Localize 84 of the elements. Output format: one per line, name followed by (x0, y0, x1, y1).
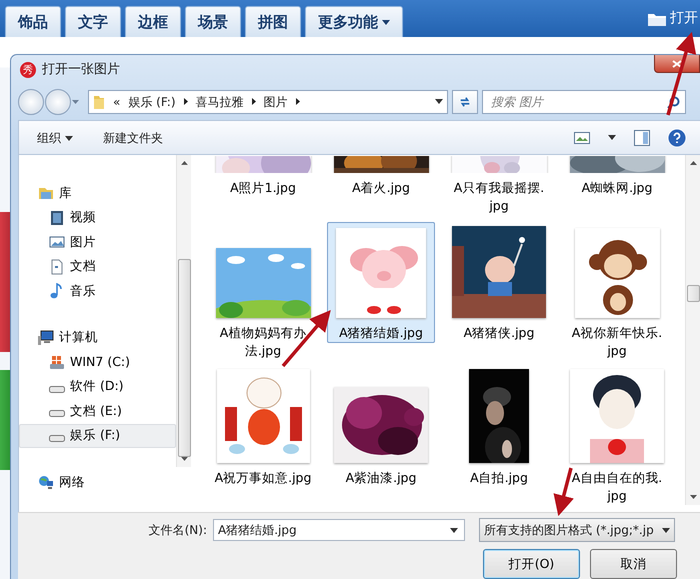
file-item[interactable]: A紫油漆.jpg (327, 367, 435, 488)
library-icon (38, 185, 54, 202)
refresh-button[interactable] (452, 90, 478, 114)
file-name-field[interactable]: A猪猪结婚.jpg (213, 519, 465, 541)
app-tab[interactable]: 场景 (185, 6, 241, 37)
drive-icon (49, 434, 65, 442)
app-tab[interactable]: 更多功能 (305, 6, 403, 37)
computer-icon (38, 330, 54, 346)
file-type-dropdown[interactable]: 所有支持的图片格式 (*.jpg;*.jp (479, 518, 675, 542)
scroll-down-icon[interactable] (690, 495, 696, 499)
nav-item[interactable]: 音乐 (19, 279, 176, 304)
app-tab[interactable]: 饰品 (5, 6, 61, 37)
scrollbar-thumb[interactable] (686, 285, 700, 302)
cancel-button[interactable]: 取消 (590, 549, 677, 579)
nav-item[interactable]: 文档 (E:) (19, 399, 176, 424)
app-tab[interactable]: 文字 (65, 6, 121, 37)
nav-item[interactable]: 图片 (19, 230, 176, 254)
file-item[interactable]: A只有我最摇摆. jpg (445, 155, 553, 216)
back-button[interactable] (18, 88, 44, 114)
caret-icon (64, 136, 73, 141)
caret-icon (435, 99, 443, 104)
caret-icon (382, 20, 390, 24)
nav-item[interactable]: 文档 (19, 254, 176, 279)
chevron-icon (252, 98, 256, 105)
open-button[interactable]: 打开(O) (483, 549, 580, 579)
scroll-up-icon[interactable] (690, 161, 696, 165)
scrollbar[interactable] (176, 155, 191, 467)
breadcrumb[interactable]: 喜马拉雅 (196, 92, 244, 110)
nav-item[interactable]: 库 (19, 181, 176, 206)
film-icon (49, 210, 65, 226)
app-logo: 秀 (20, 62, 36, 78)
document-icon (49, 258, 65, 275)
file-item[interactable]: A祝万事如意.jpg (209, 367, 317, 488)
overflow-chevron[interactable]: « (113, 92, 120, 110)
open-button[interactable]: 打开 (645, 8, 700, 29)
annotation-arrow (282, 310, 331, 368)
caret-icon (450, 528, 458, 532)
file-item[interactable]: A猪猪侠.jpg (445, 222, 553, 343)
scroll-up-icon[interactable] (180, 161, 188, 165)
nav-item[interactable]: WIN7 (C:) (19, 350, 176, 374)
breadcrumb[interactable]: 图片 (264, 92, 288, 110)
drive-icon (49, 410, 65, 418)
file-item[interactable]: A着火.jpg (327, 155, 435, 198)
drive-icon (49, 386, 65, 393)
search-icon (667, 96, 680, 108)
caret-icon (662, 528, 670, 532)
scrollbar[interactable] (685, 155, 700, 505)
caret-icon[interactable] (608, 135, 616, 140)
chevron-icon (296, 98, 300, 105)
file-name-label: 文件名(N): (148, 522, 208, 539)
close-button[interactable] (654, 55, 700, 73)
help-icon[interactable] (668, 128, 686, 146)
nav-item[interactable]: 网络 (19, 470, 176, 494)
view-icon[interactable] (574, 132, 590, 144)
annotation-arrow (554, 468, 574, 516)
network-icon (38, 474, 54, 490)
music-note-icon (49, 283, 65, 300)
preview-pane-icon[interactable] (634, 130, 650, 146)
scrollbar-thumb[interactable] (178, 258, 190, 458)
file-item[interactable]: A自由自在的我. jpg (563, 367, 671, 506)
window-title: 打开一张图片 (42, 61, 120, 80)
file-item[interactable]: A猪猪结婚.jpg (327, 222, 435, 343)
breadcrumb[interactable]: 娱乐 (F:) (128, 92, 176, 110)
organize-menu[interactable]: 组织 (29, 126, 81, 150)
app-tab[interactable]: 边框 (125, 6, 181, 37)
nav-item[interactable]: 视频 (19, 206, 176, 230)
file-item[interactable]: A蜘蛛网.jpg (563, 155, 671, 198)
chevron-icon (184, 98, 188, 105)
file-item[interactable]: A祝你新年快乐. jpg (563, 222, 671, 361)
search-field[interactable]: 搜索 图片 (482, 90, 686, 114)
forward-button[interactable] (45, 88, 71, 114)
nav-item[interactable]: 娱乐 (F:) (19, 424, 176, 448)
file-item[interactable]: A自拍.jpg (445, 367, 553, 488)
file-item[interactable]: A照片1.jpg (209, 155, 317, 198)
close-icon (672, 60, 682, 68)
folder-icon (93, 94, 105, 110)
new-folder-button[interactable]: 新建文件夹 (94, 126, 171, 150)
nav-item[interactable]: 计算机 (19, 326, 176, 350)
drive-icon (49, 354, 65, 370)
app-tab[interactable]: 拼图 (245, 6, 301, 37)
nav-item[interactable]: 软件 (D:) (19, 374, 176, 399)
image-icon (49, 234, 65, 250)
address-bar[interactable]: « 娱乐 (F:) 喜马拉雅 图片 (88, 90, 448, 114)
refresh-icon (459, 96, 471, 108)
